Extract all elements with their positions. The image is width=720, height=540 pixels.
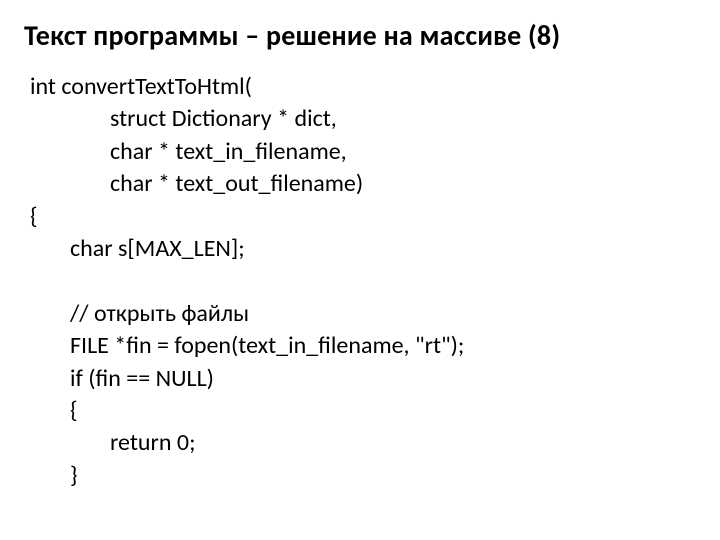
code-line: char * text_out_filename) [30,168,363,200]
slide-title: Текст программы – решение на массиве (8) [24,18,696,53]
code-line: { [30,202,38,231]
code-line: if (fin == NULL) [30,363,214,395]
code-line: return 0; [30,427,196,459]
code-line: { [30,395,78,427]
slide: Текст программы – решение на массиве (8)… [0,0,720,540]
code-line: char s[MAX_LEN]; [30,233,245,265]
code-block: int convertTextToHtml( struct Dictionary… [30,71,696,492]
code-line: char * text_in_filename, [30,136,347,168]
code-line: int convertTextToHtml( [30,72,252,101]
code-line: } [30,460,78,492]
code-comment: // открыть файлы [30,298,249,330]
code-line: FILE *fin = fopen(text_in_filename, "rt"… [30,330,464,362]
code-line: struct Dictionary * dict, [30,103,337,135]
